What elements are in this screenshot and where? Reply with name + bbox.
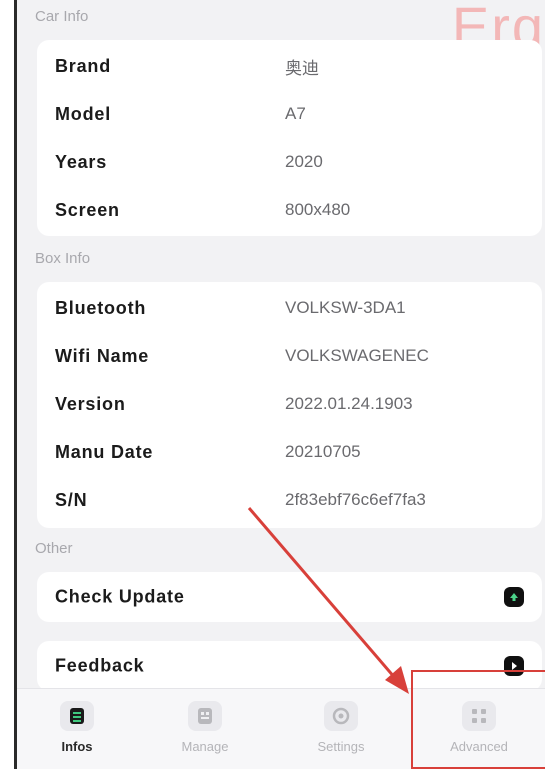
settings-icon [324,701,358,731]
info-row-brand: Brand 奥迪 [37,42,542,90]
info-row-manu-date: Manu Date 20210705 [37,428,542,476]
other-title: Other [35,540,73,557]
tab-label: Settings [317,739,365,754]
row-label: S/N [55,489,88,510]
tab-label: Infos [61,739,93,754]
highlight-box [411,670,545,769]
row-label: Screen [55,199,120,220]
info-row-model: Model A7 [37,90,542,138]
tab-label: Manage [181,739,229,754]
box-info-title: Box Info [35,250,91,267]
row-value: 20210705 [285,442,361,461]
manage-icon [188,701,222,731]
row-value: A7 [285,104,306,123]
row-label: Bluetooth [55,297,147,318]
app-screen: Erq Car Info Brand 奥迪 Model A7 Years 202… [14,0,545,769]
row-value: 2022.01.24.1903 [285,394,413,413]
info-row-wifi-name: Wifi Name VOLKSWAGENEC [37,332,542,380]
car-info-title: Car Info [35,8,89,25]
row-value: 800x480 [285,200,351,219]
infos-icon [60,701,94,731]
info-row-serial-number: S/N 2f83ebf76c6ef7fa3 [37,476,542,524]
tab-manage[interactable]: Manage [145,689,265,769]
info-row-version: Version 2022.01.24.1903 [37,380,542,428]
row-label: Model [55,103,111,124]
car-info-card: Brand 奥迪 Model A7 Years 2020 Screen 800x… [37,40,542,236]
row-label: Manu Date [55,441,154,462]
info-row-screen: Screen 800x480 [37,186,542,234]
info-row-years: Years 2020 [37,138,542,186]
box-info-card: Bluetooth VOLKSW-3DA1 Wifi Name VOLKSWAG… [37,282,542,528]
row-value: 奥迪 [285,58,319,78]
row-value: 2f83ebf76c6ef7fa3 [285,490,426,509]
row-label: Wifi Name [55,345,150,366]
row-value: VOLKSW-3DA1 [285,298,406,317]
info-row-bluetooth: Bluetooth VOLKSW-3DA1 [37,284,542,332]
row-label: Years [55,151,108,172]
check-update-label: Check Update [55,586,185,607]
tab-infos[interactable]: Infos [17,689,137,769]
row-label: Version [55,393,126,414]
row-value: VOLKSWAGENEC [285,346,429,365]
tab-settings[interactable]: Settings [281,689,401,769]
row-value: 2020 [285,152,323,171]
arrow-up-icon [504,587,524,607]
row-label: Brand [55,55,112,76]
check-update-button[interactable]: Check Update [37,572,542,622]
feedback-label: Feedback [55,655,145,676]
